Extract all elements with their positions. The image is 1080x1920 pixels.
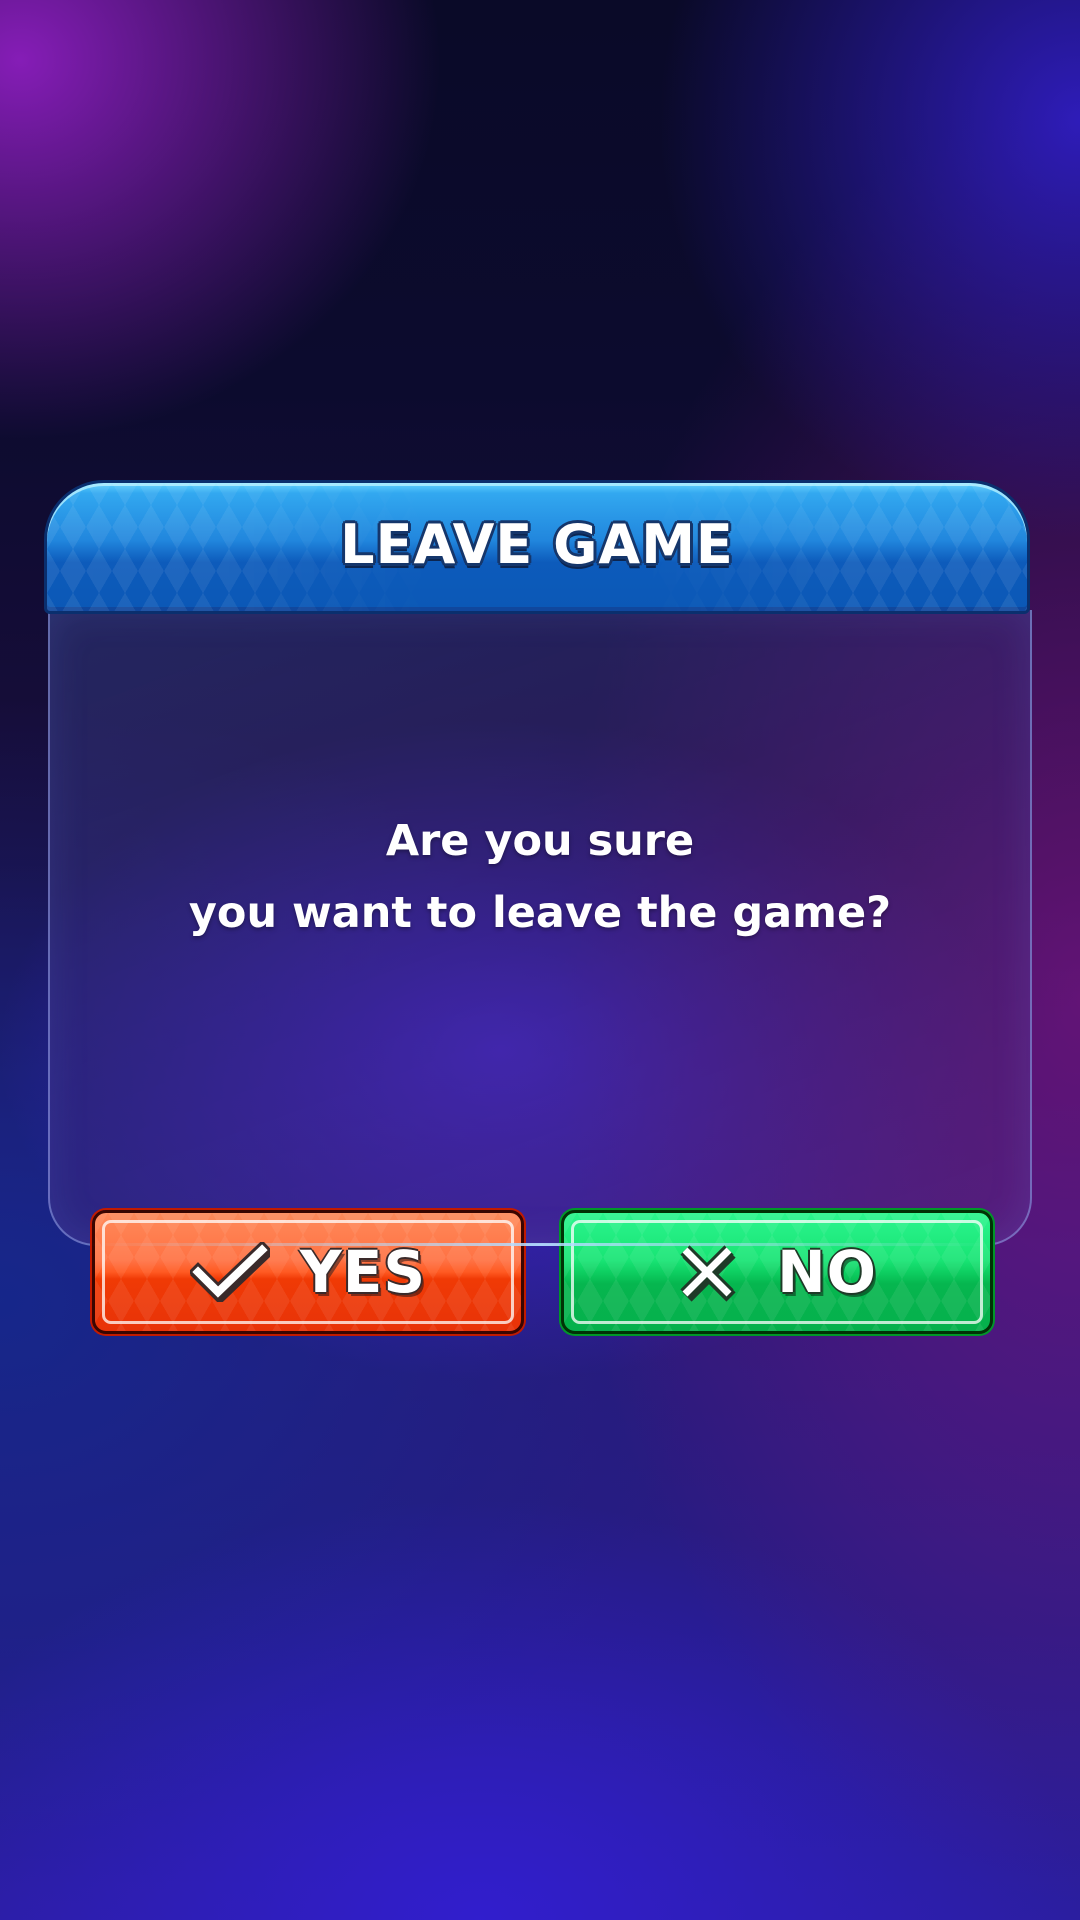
yes-button-label: YES xyxy=(299,1238,427,1306)
no-button[interactable]: NO xyxy=(561,1210,993,1334)
no-button-label: NO xyxy=(777,1238,877,1306)
dialog-body: Are you sure you want to leave the game?… xyxy=(48,610,1032,1334)
dialog-message-line2: you want to leave the game? xyxy=(188,888,892,938)
leave-game-dialog: Are you sure you want to leave the game?… xyxy=(44,480,1032,1334)
checkmark-icon xyxy=(187,1240,274,1305)
dialog-title: LEAVE GAME xyxy=(340,513,734,576)
dialog-message-line1: Are you sure xyxy=(385,816,695,866)
dialog-message: Are you sure you want to leave the game? xyxy=(50,805,1030,949)
cross-icon xyxy=(677,1242,737,1302)
dialog-header: LEAVE GAME xyxy=(44,480,1030,614)
yes-button[interactable]: YES xyxy=(92,1210,524,1334)
